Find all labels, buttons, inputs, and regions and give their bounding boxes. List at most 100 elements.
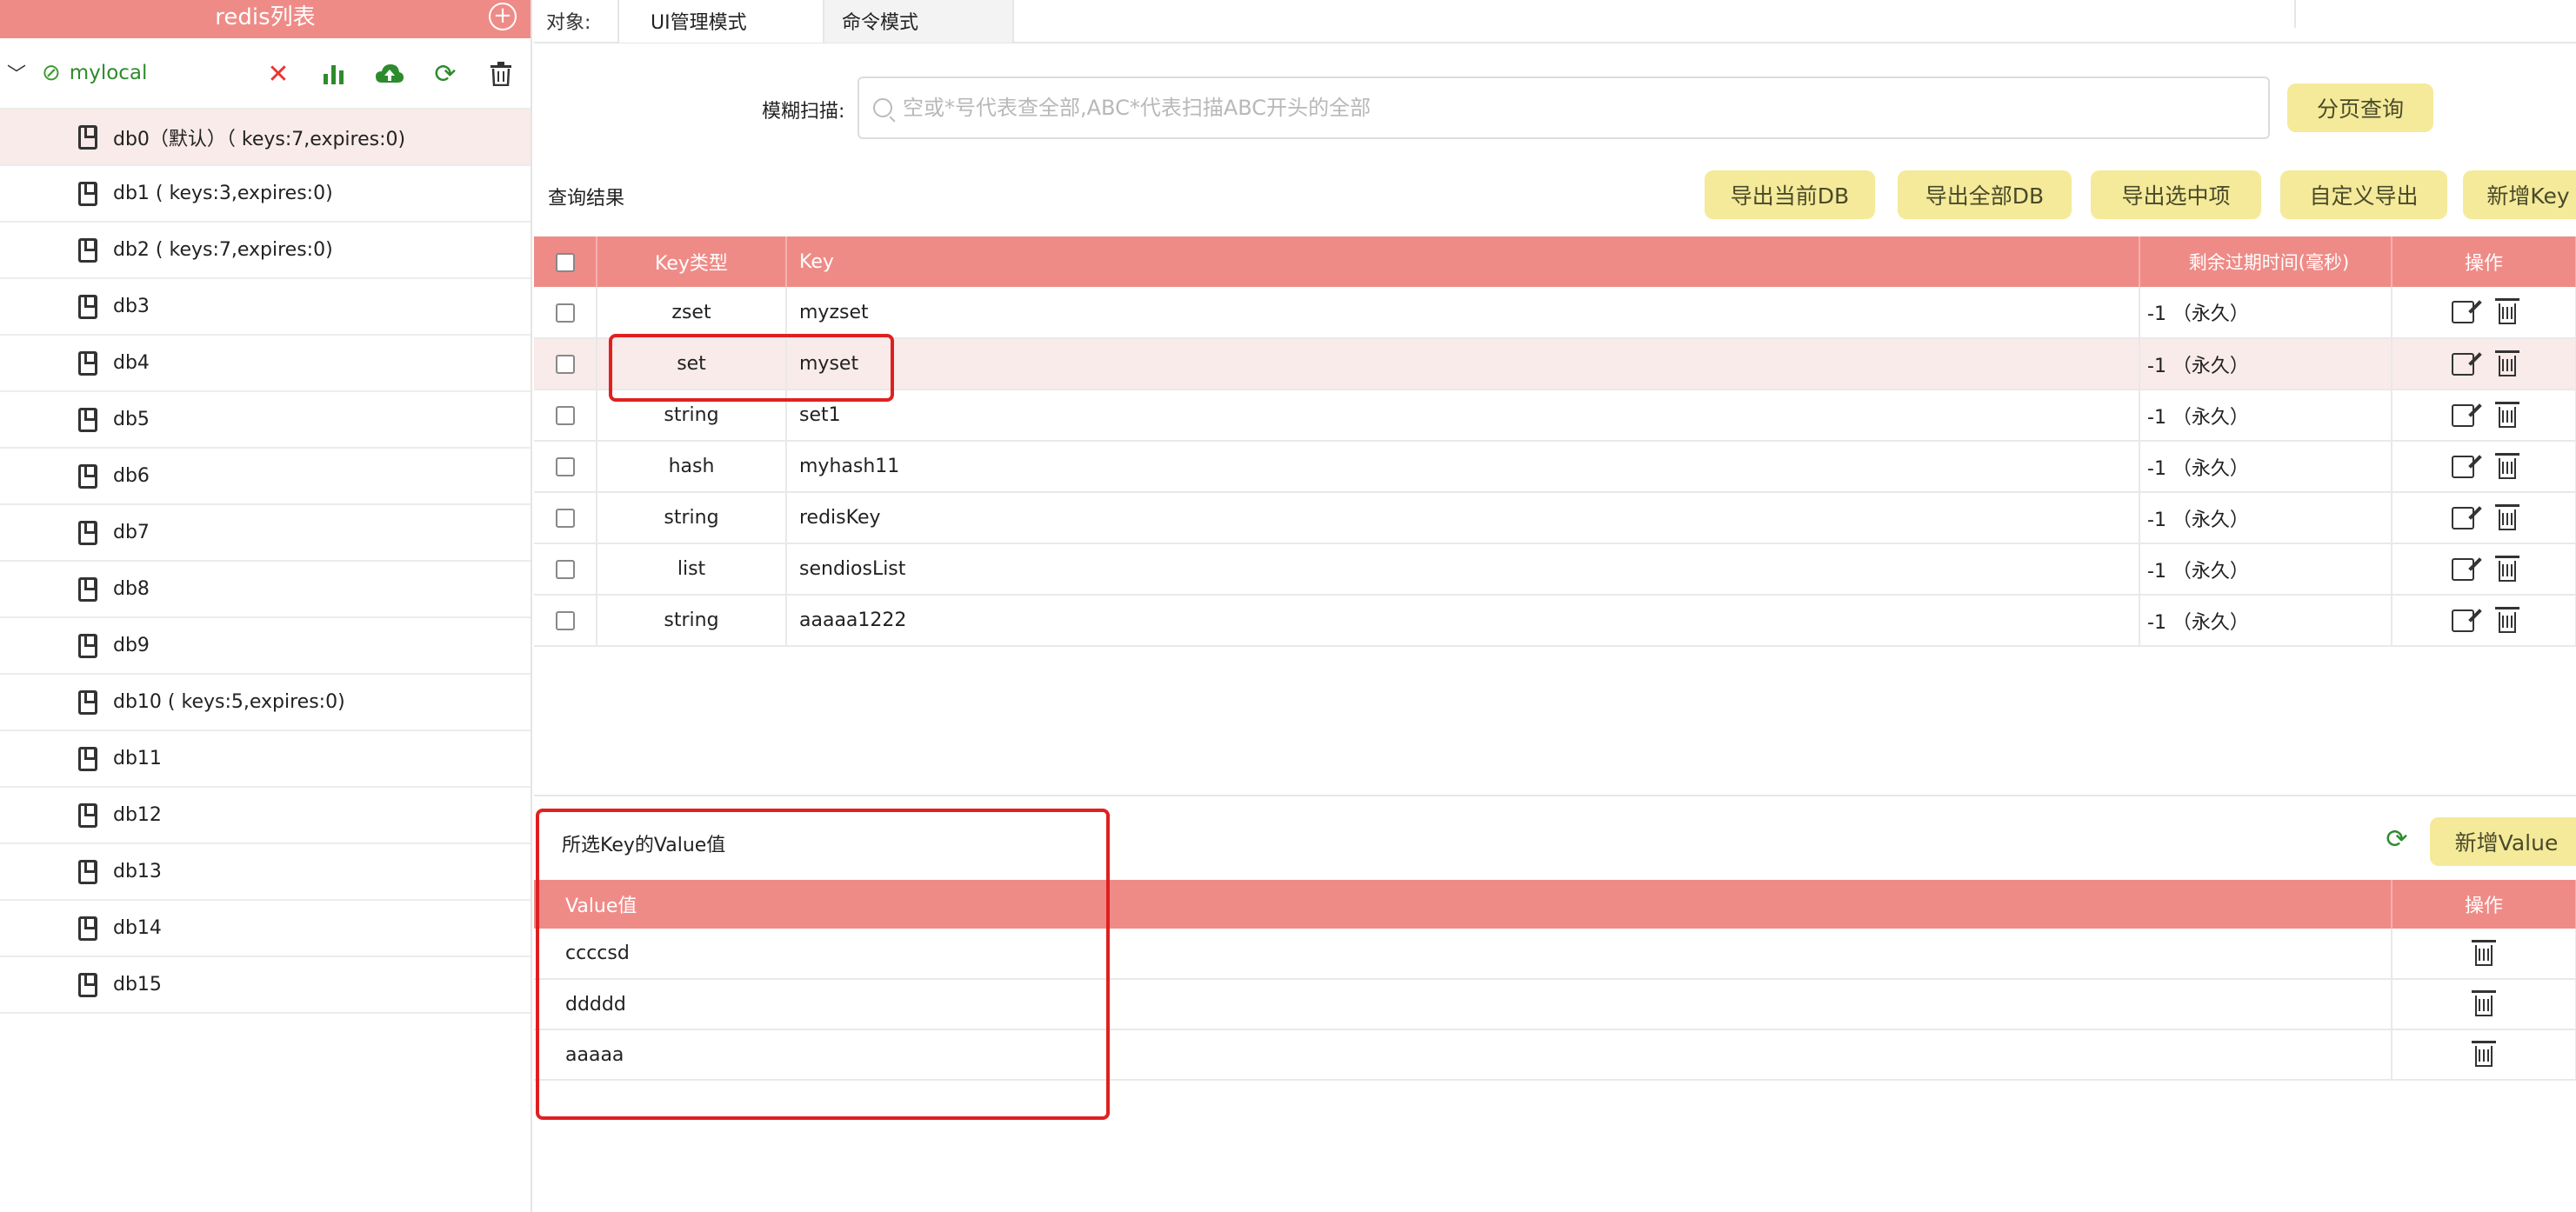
object-label: 对象: <box>546 12 591 34</box>
key-name-cell[interactable]: myzset <box>786 287 2140 339</box>
value-row[interactable]: ccccsd <box>534 929 2576 980</box>
refresh-icon[interactable]: ⟳ <box>428 57 463 90</box>
row-checkbox[interactable] <box>555 457 575 476</box>
key-name-cell[interactable]: aaaaa1222 <box>786 595 2140 647</box>
new-key-button[interactable]: 新增Key <box>2463 170 2576 219</box>
edit-icon[interactable] <box>2452 352 2474 376</box>
database-icon <box>78 689 97 715</box>
table-row[interactable]: string redisKey -1 （永久） <box>534 492 2576 544</box>
trash-icon[interactable] <box>2495 298 2519 324</box>
search-box[interactable] <box>858 77 2270 139</box>
header-ttl: 剩余过期时间(毫秒) <box>2139 236 2392 287</box>
sidebar-item-db8[interactable]: db8 <box>0 562 531 618</box>
key-type-cell: string <box>597 595 787 647</box>
sidebar-item-db12[interactable]: db12 <box>0 788 531 844</box>
db-label: db6 <box>113 465 150 487</box>
chevron-down-icon[interactable]: ﹀ <box>7 59 26 87</box>
edit-icon[interactable] <box>2452 609 2474 632</box>
sidebar-item-db2[interactable]: db2 ( keys:7,expires:0) <box>0 223 531 279</box>
sidebar-title: redis列表 <box>215 4 316 30</box>
edit-icon[interactable] <box>2452 557 2474 581</box>
trash-icon[interactable] <box>2472 939 2496 966</box>
trash-icon[interactable] <box>2495 350 2519 376</box>
key-name-cell[interactable]: myhash11 <box>786 441 2140 493</box>
close-icon[interactable]: ✕ <box>261 57 296 90</box>
edit-icon[interactable] <box>2452 301 2474 323</box>
export-selected-button[interactable]: 导出选中项 <box>2091 170 2261 219</box>
row-checkbox[interactable] <box>555 611 575 630</box>
trash-icon[interactable] <box>2472 990 2496 1016</box>
cloud-upload-icon[interactable] <box>372 57 407 90</box>
sidebar-item-db5[interactable]: db5 <box>0 392 531 449</box>
trash-icon[interactable] <box>2495 452 2519 479</box>
plus-circle-icon[interactable]: + <box>489 3 517 30</box>
new-value-button[interactable]: 新增Value <box>2430 817 2576 866</box>
row-checkbox[interactable] <box>555 303 575 323</box>
trash-icon[interactable] <box>2495 401 2519 428</box>
value-row[interactable]: ddddd <box>534 979 2576 1030</box>
ops-cell <box>2392 287 2576 339</box>
sidebar-header: redis列表 + <box>0 0 531 38</box>
row-checkbox[interactable] <box>555 509 575 528</box>
search-label: 模糊扫描: <box>762 101 845 123</box>
key-name-cell[interactable]: myset <box>786 338 2140 390</box>
trash-icon[interactable] <box>484 57 518 90</box>
sidebar-item-db0[interactable]: db0（默认）（ keys:7,expires:0) <box>0 110 531 166</box>
trash-icon[interactable] <box>2495 503 2519 530</box>
tab-command-mode[interactable]: 命令模式 <box>823 0 1014 43</box>
page-query-button[interactable]: 分页查询 <box>2287 83 2433 132</box>
database-icon <box>78 350 97 376</box>
table-row[interactable]: string aaaaa1222 -1 （永久） <box>534 595 2576 647</box>
value-cell: ccccsd <box>534 929 2392 980</box>
refresh-values-icon[interactable]: ⟳ <box>2381 824 2412 856</box>
row-checkbox-cell <box>534 441 597 493</box>
connection-row[interactable]: ﹀ ⊘ mylocal ✕ ⟳ <box>0 38 531 110</box>
custom-export-button[interactable]: 自定义导出 <box>2280 170 2447 219</box>
connection-toolbar: ✕ ⟳ <box>261 57 518 90</box>
edit-icon[interactable] <box>2452 403 2474 427</box>
sidebar-item-db3[interactable]: db3 <box>0 279 531 336</box>
trash-icon[interactable] <box>2472 1041 2496 1067</box>
export-current-db-button[interactable]: 导出当前DB <box>1705 170 1875 219</box>
tab-ui-mode[interactable]: UI管理模式 <box>617 0 823 43</box>
edit-icon[interactable] <box>2452 455 2474 478</box>
key-name-cell[interactable]: set1 <box>786 390 2140 442</box>
edit-icon[interactable] <box>2452 506 2474 529</box>
sidebar-item-db1[interactable]: db1 ( keys:3,expires:0) <box>0 166 531 223</box>
search-input[interactable] <box>903 96 2207 120</box>
row-checkbox[interactable] <box>555 406 575 425</box>
table-row[interactable]: set myset -1 （永久） <box>534 338 2576 390</box>
sidebar-item-db9[interactable]: db9 <box>0 618 531 675</box>
table-row[interactable]: list sendiosList -1 （永久） <box>534 543 2576 596</box>
ops-cell <box>2392 543 2576 596</box>
value-row[interactable]: aaaaa <box>534 1029 2576 1081</box>
table-row[interactable]: hash myhash11 -1 （永久） <box>534 441 2576 493</box>
sidebar-item-db11[interactable]: db11 <box>0 731 531 788</box>
sidebar-item-db7[interactable]: db7 <box>0 505 531 562</box>
row-checkbox[interactable] <box>555 355 575 374</box>
select-all-checkbox[interactable] <box>555 252 575 272</box>
value-table: Value值 操作 ccccsd ddddd aaaaa <box>534 880 2576 1081</box>
sidebar-item-db15[interactable]: db15 <box>0 957 531 1014</box>
sidebar-item-db13[interactable]: db13 <box>0 844 531 901</box>
key-name-cell[interactable]: redisKey <box>786 492 2140 544</box>
key-name-cell[interactable]: sendiosList <box>786 543 2140 596</box>
select-all-cell <box>534 236 597 287</box>
sidebar-item-db6[interactable]: db6 <box>0 449 531 505</box>
database-icon <box>78 972 97 997</box>
ttl-cell: -1 （永久） <box>2139 338 2392 390</box>
db-label: db1 ( keys:3,expires:0) <box>113 183 333 204</box>
row-checkbox[interactable] <box>555 560 575 579</box>
database-icon <box>78 237 97 263</box>
sidebar-item-db4[interactable]: db4 <box>0 336 531 392</box>
table-row[interactable]: string set1 -1 （永久） <box>534 390 2576 442</box>
connection-name[interactable]: mylocal <box>70 62 148 84</box>
sidebar-item-db10[interactable]: db10 ( keys:5,expires:0) <box>0 675 531 731</box>
bar-chart-icon[interactable] <box>317 57 351 90</box>
sidebar-item-db14[interactable]: db14 <box>0 901 531 957</box>
export-all-db-button[interactable]: 导出全部DB <box>1898 170 2072 219</box>
trash-icon[interactable] <box>2495 606 2519 633</box>
table-row[interactable]: zset myzset -1 （永久） <box>534 287 2576 339</box>
trash-icon[interactable] <box>2495 555 2519 582</box>
header-value: Value值 <box>534 880 2392 929</box>
